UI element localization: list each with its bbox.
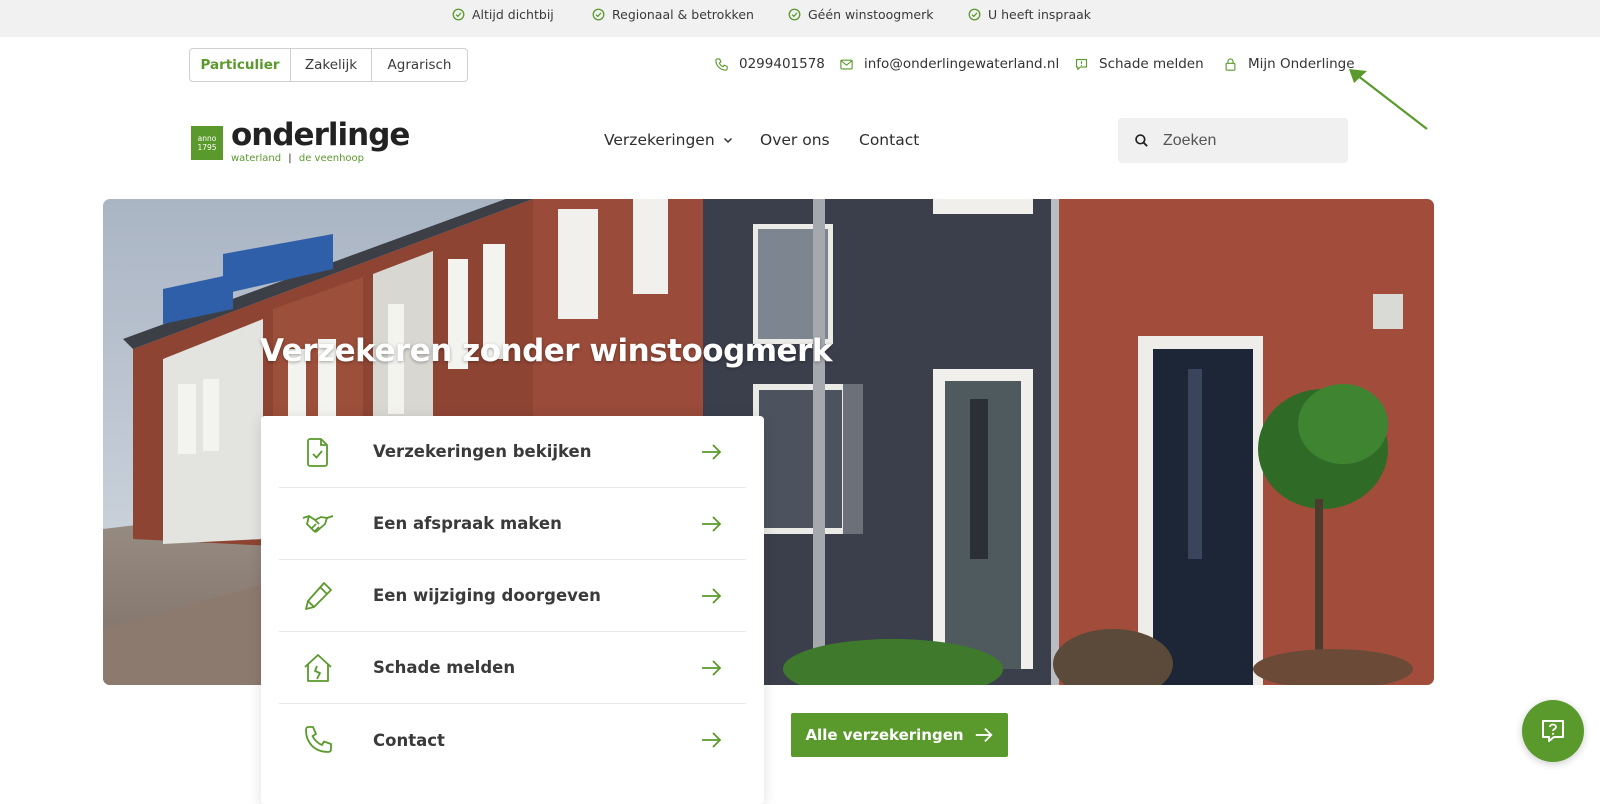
tab-particulier[interactable]: Particulier (190, 49, 291, 81)
email-link[interactable]: info@onderlingewaterland.nl (839, 52, 1059, 76)
account-label: Mijn Onderlinge (1248, 56, 1355, 72)
action-label: Een wijziging doorgeven (373, 586, 601, 605)
usp-bar: Altijd dichtbij Regionaal & betrokken Gé… (0, 0, 1600, 37)
chevron-down-icon (723, 137, 732, 144)
search-icon (1135, 134, 1148, 147)
nav-insurance[interactable]: Verzekeringen (604, 126, 734, 154)
segment-tabs: Particulier Zakelijk Agrarisch (189, 48, 468, 82)
action-make-appointment[interactable]: Een afspraak maken (279, 488, 746, 560)
logo-subline: waterland | de veenhoop (231, 153, 409, 164)
logo-badge: anno 1795 (191, 126, 223, 160)
help-chat-button[interactable] (1522, 700, 1584, 762)
logo-wordmark: onderlinge (231, 117, 410, 153)
usp-label: Géén winstoogmerk (808, 6, 934, 22)
check-circle-icon (788, 8, 801, 20)
action-contact[interactable]: Contact (279, 704, 746, 776)
logo-text: onderlinge waterland | de veenhoop (231, 117, 410, 164)
action-report-damage[interactable]: Schade melden (279, 632, 746, 704)
action-label: Schade melden (373, 658, 516, 677)
mail-icon (840, 59, 853, 69)
arrow-right-icon (702, 515, 722, 532)
check-circle-icon (968, 8, 981, 20)
usp-item: Altijd dichtbij (452, 0, 554, 28)
house-damage-icon (304, 653, 332, 682)
damage-label: Schade melden (1099, 56, 1204, 72)
arrow-right-icon (975, 727, 993, 743)
account-link[interactable]: Mijn Onderlinge (1223, 52, 1355, 76)
logo-sub-left: waterland (231, 153, 282, 164)
hero-title: Verzekeren zonder winstoogmerk (260, 333, 833, 369)
logo-badge-line2: 1795 (197, 143, 217, 152)
lock-icon (1225, 57, 1236, 71)
usp-item: Géén winstoogmerk (788, 0, 933, 28)
check-circle-icon (592, 8, 605, 20)
annotation-arrow-icon (1349, 69, 1428, 130)
action-label: Een afspraak maken (373, 514, 562, 533)
usp-item: U heeft inspraak (968, 0, 1091, 28)
usp-label: Regionaal & betrokken (612, 6, 754, 22)
all-insurances-button[interactable]: Alle verzekeringen (791, 713, 1008, 757)
phone-icon (305, 726, 332, 753)
quick-actions-card: Verzekeringen bekijken Een afspraak make… (261, 416, 764, 804)
nav-about[interactable]: Over ons (760, 126, 830, 154)
usp-item: Regionaal & betrokken (592, 0, 754, 28)
phone-link[interactable]: 0299401578 (714, 52, 825, 76)
logo-badge-line1: anno (197, 134, 217, 143)
action-label: Verzekeringen bekijken (373, 442, 592, 461)
pencil-icon (305, 581, 332, 610)
logo[interactable]: anno 1795 onderlinge waterland | de veen… (191, 117, 410, 164)
arrow-right-icon (702, 732, 722, 748)
tab-agrarisch[interactable]: Agrarisch (372, 49, 467, 81)
cta-label: Alle verzekeringen (805, 726, 964, 744)
arrow-right-icon (702, 659, 722, 676)
logo-sub-right: de veenhoop (298, 153, 365, 164)
arrow-right-icon (702, 443, 722, 460)
document-check-icon (307, 437, 328, 467)
check-circle-icon (452, 8, 465, 20)
logo-sub-divider: | (288, 153, 292, 164)
action-view-insurances[interactable]: Verzekeringen bekijken (279, 416, 746, 488)
damage-link[interactable]: Schade melden (1074, 52, 1204, 76)
action-label: Contact (373, 730, 445, 750)
tab-zakelijk[interactable]: Zakelijk (291, 49, 372, 81)
usp-label: Altijd dichtbij (472, 6, 554, 22)
search-input[interactable] (1163, 131, 1333, 150)
search-box[interactable] (1118, 118, 1348, 163)
nav-contact[interactable]: Contact (859, 126, 919, 154)
phone-number: 0299401578 (739, 56, 825, 72)
phone-icon (715, 57, 728, 71)
action-submit-change[interactable]: Een wijziging doorgeven (279, 560, 746, 632)
arrow-right-icon (702, 587, 722, 604)
report-bubble-icon (1075, 58, 1088, 70)
help-chat-icon (1542, 720, 1564, 742)
nav-insurance-label: Verzekeringen (604, 131, 715, 149)
usp-label: U heeft inspraak (988, 6, 1092, 22)
email-address: info@onderlingewaterland.nl (864, 56, 1060, 72)
handshake-icon (302, 514, 334, 533)
